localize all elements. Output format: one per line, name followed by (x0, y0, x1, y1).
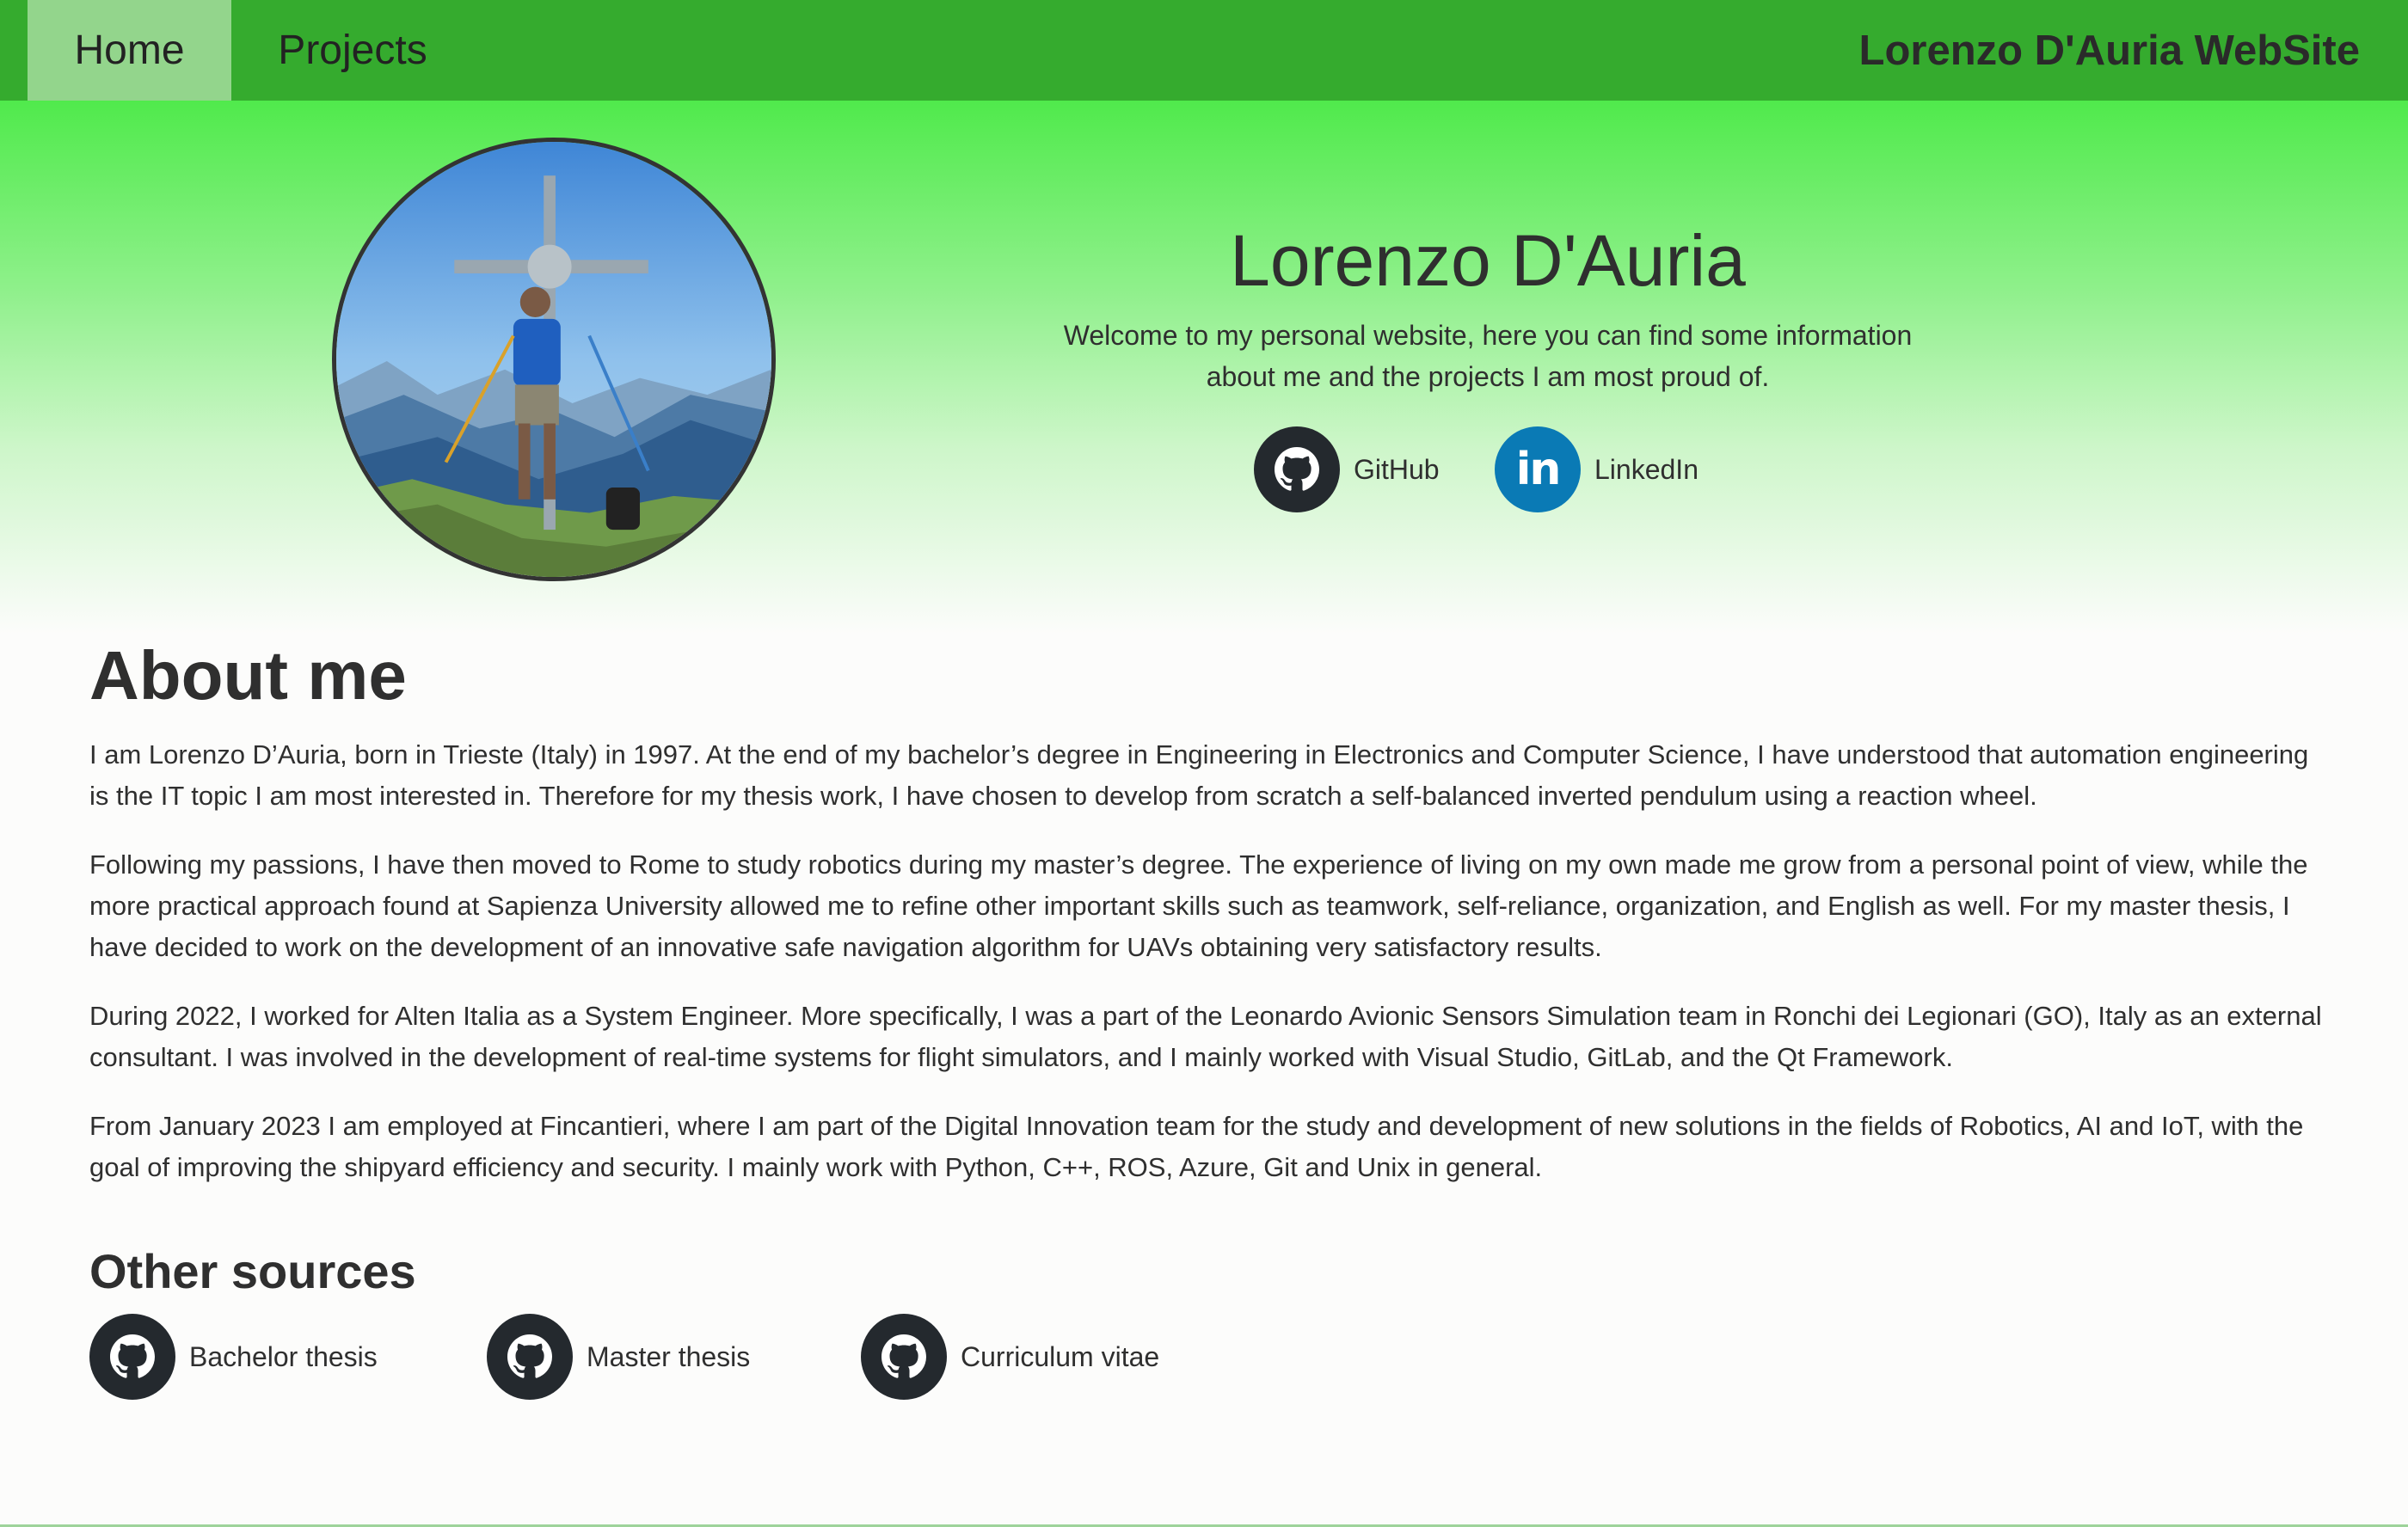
other-sources-title: Other sources (89, 1244, 416, 1298)
profile-photo (332, 138, 776, 581)
hero-name: Lorenzo D'Auria (1230, 220, 1746, 301)
linkedin-label: LinkedIn (1594, 453, 1698, 485)
bachelor-thesis-link[interactable]: Bachelor thesis (89, 1314, 378, 1400)
about-paragraph-2: Following my passions, I have then moved… (89, 849, 2308, 962)
github-link[interactable]: GitHub (1254, 426, 1440, 512)
curriculum-vitae-link[interactable]: Curriculum vitae (861, 1314, 1159, 1400)
master-thesis-link[interactable]: Master thesis (487, 1314, 750, 1400)
about-paragraph-4: From January 2023 I am employed at Finca… (89, 1111, 2304, 1182)
nav-home-link[interactable]: Home (28, 0, 231, 101)
github-icon (487, 1314, 573, 1400)
site-brand[interactable]: Lorenzo D'Auria WebSite (1859, 0, 2360, 101)
github-label: GitHub (1354, 453, 1440, 485)
github-icon (89, 1314, 175, 1400)
hero-welcome-text: Welcome to my personal website, here you… (1015, 315, 1961, 397)
about-title: About me (89, 637, 407, 714)
github-icon (1254, 426, 1340, 512)
linkedin-icon: in (1495, 426, 1581, 512)
linkedin-link[interactable]: in LinkedIn (1495, 426, 1698, 512)
navbar: Home Projects Lorenzo D'Auria WebSite (0, 0, 2408, 101)
about-paragraph-3: During 2022, I worked for Alten Italia a… (89, 1001, 2322, 1072)
about-paragraph-1: I am Lorenzo D’Auria, born in Trieste (I… (89, 739, 2309, 811)
curriculum-vitae-label: Curriculum vitae (961, 1340, 1160, 1372)
welcome-line-2: about me and the projects I am most prou… (1206, 361, 1770, 392)
welcome-line-1: Welcome to my personal website, here you… (1063, 320, 1913, 351)
linkedin-mark: in (1515, 444, 1562, 495)
bachelor-thesis-label: Bachelor thesis (189, 1340, 378, 1372)
nav-projects-link[interactable]: Projects (231, 0, 474, 101)
github-icon (861, 1314, 947, 1400)
master-thesis-label: Master thesis (587, 1340, 751, 1372)
